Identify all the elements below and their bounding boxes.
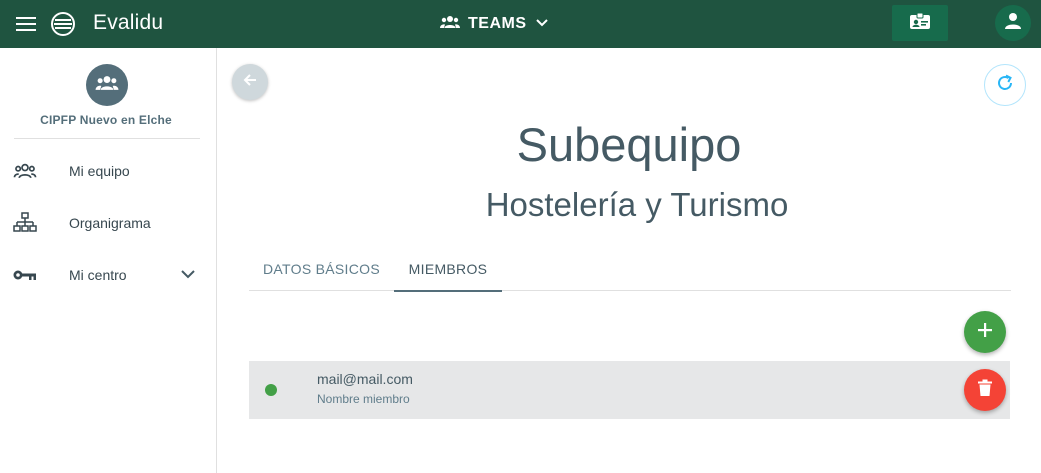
teams-label: TEAMS <box>468 15 527 32</box>
chevron-down-icon[interactable] <box>178 264 198 284</box>
member-email: mail@mail.com <box>317 371 413 387</box>
member-name: Nombre miembro <box>317 392 410 406</box>
sidebar-item-organigrama[interactable]: Organigrama <box>0 200 216 246</box>
key-icon <box>12 263 38 287</box>
chevron-down-icon <box>535 15 549 33</box>
back-button[interactable] <box>232 64 268 100</box>
org-avatar <box>86 64 128 106</box>
account-icon <box>1004 12 1022 35</box>
page-title: Subequipo <box>516 118 742 171</box>
menu-icon[interactable] <box>14 12 38 36</box>
sidebar-item-label: Organigrama <box>69 215 151 231</box>
arrow-left-icon <box>242 72 258 93</box>
group-icon <box>12 159 38 183</box>
refresh-icon <box>995 73 1015 98</box>
list-item[interactable]: mail@mail.com Nombre miembro <box>249 361 1010 419</box>
plus-icon <box>976 321 994 344</box>
status-indicator <box>265 384 277 396</box>
app-title: Evalidu <box>93 11 164 34</box>
badge-card-button[interactable] <box>892 5 948 41</box>
teams-selector[interactable]: TEAMS <box>440 10 549 38</box>
sidebar-item-label: Mi equipo <box>69 163 130 179</box>
org-name: CIPFP Nuevo en Elche <box>40 113 172 127</box>
delete-member-button[interactable] <box>964 369 1006 411</box>
sidebar: CIPFP Nuevo en Elche Mi equipo Organigra… <box>0 48 217 473</box>
group-icon <box>95 75 119 96</box>
trash-icon <box>977 379 993 402</box>
page-subtitle: Hostelería y Turismo <box>485 186 789 223</box>
tab-bar: DATOS BÁSICOS MIEMBROS <box>249 246 1011 292</box>
globe-icon <box>50 11 76 37</box>
sidebar-item-label: Mi centro <box>69 267 127 283</box>
tab-miembros[interactable]: MIEMBROS <box>394 246 502 292</box>
tab-datos-basicos[interactable]: DATOS BÁSICOS <box>249 246 394 291</box>
badge-card-icon <box>909 12 931 35</box>
refresh-button[interactable] <box>984 64 1026 106</box>
account-button[interactable] <box>995 5 1031 41</box>
org-chart-icon <box>12 211 38 235</box>
sidebar-divider <box>14 138 200 139</box>
add-member-button[interactable] <box>964 311 1006 353</box>
top-app-bar: Evalidu TEAMS <box>0 0 1041 48</box>
sidebar-item-mi-equipo[interactable]: Mi equipo <box>0 148 216 194</box>
sidebar-item-mi-centro[interactable]: Mi centro <box>0 252 216 298</box>
group-icon <box>440 15 460 34</box>
